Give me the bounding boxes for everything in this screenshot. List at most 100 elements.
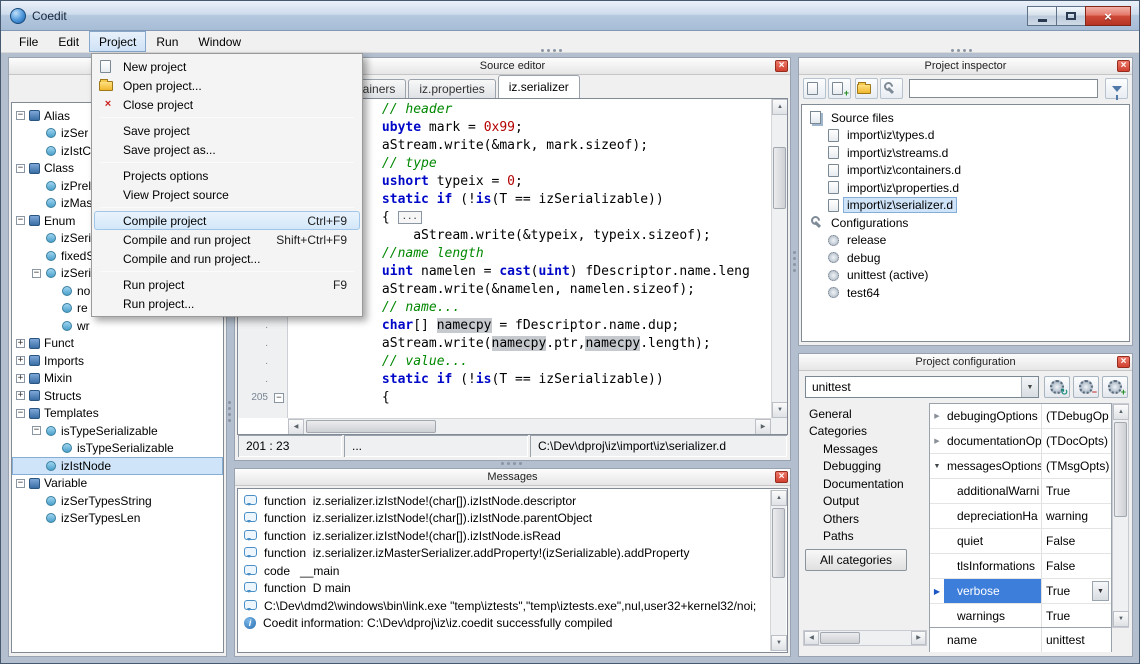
- menu-item-save-project[interactable]: Save project: [94, 121, 360, 140]
- config-selector[interactable]: unittest ▼: [805, 376, 1039, 398]
- property-value[interactable]: True: [1042, 604, 1111, 628]
- open-folder-button[interactable]: [855, 78, 878, 99]
- symbol-tree-item[interactable]: −isTypeSerializable: [12, 422, 223, 440]
- code-text[interactable]: char[] namecpy = fDescriptor.name.dup;: [288, 317, 771, 335]
- categories-horizontal-scrollbar[interactable]: ◀ ▶: [803, 630, 927, 646]
- collapse-minus-icon[interactable]: −: [16, 409, 25, 418]
- property-row-warnings[interactable]: warningsTrue: [930, 604, 1111, 628]
- close-panel-icon[interactable]: ×: [775, 60, 788, 72]
- category-item-general[interactable]: General: [803, 405, 927, 423]
- pointer-icon[interactable]: ▶: [930, 579, 944, 603]
- symbol-tree-item[interactable]: +Mixin: [12, 370, 223, 388]
- collapse-minus-icon[interactable]: −: [32, 426, 41, 435]
- menu-item-new-project[interactable]: New project: [94, 57, 360, 76]
- add-file-button[interactable]: +: [828, 78, 851, 99]
- splitter-grip[interactable]: [951, 49, 954, 52]
- symbol-tree-item[interactable]: isTypeSerializable: [12, 440, 223, 458]
- collapse-minus-icon[interactable]: −: [16, 111, 25, 120]
- collapsed-icon[interactable]: ▶: [930, 429, 944, 453]
- inspector-tree-item[interactable]: debug: [802, 249, 1129, 267]
- menu-item-view-project-source[interactable]: View Project source: [94, 185, 360, 204]
- menu-item-compile-and-run-project[interactable]: Compile and run project...: [94, 249, 360, 268]
- property-value[interactable]: False: [1042, 529, 1111, 553]
- message-item[interactable]: function iz.serializer.izMasterSerialize…: [239, 545, 770, 563]
- symbol-tree-item[interactable]: −Templates: [12, 405, 223, 423]
- scrollbar-thumb[interactable]: [772, 508, 785, 578]
- message-item[interactable]: code __main: [239, 562, 770, 580]
- sync-config-button[interactable]: ↻: [1044, 376, 1070, 398]
- category-item-messages[interactable]: Messages: [803, 440, 927, 458]
- all-categories-button[interactable]: All categories: [805, 549, 907, 571]
- expand-plus-icon[interactable]: +: [16, 339, 25, 348]
- scroll-right-icon[interactable]: ▶: [911, 631, 926, 645]
- grid-vertical-scrollbar[interactable]: ▲ ▼: [1112, 403, 1129, 628]
- filter-button[interactable]: [1105, 78, 1128, 99]
- message-item[interactable]: function iz.serializer.izIstNode!(char[]…: [239, 492, 770, 510]
- inspector-panel-header[interactable]: Project inspector ×: [799, 58, 1132, 75]
- title-bar[interactable]: Coedit ×: [1, 1, 1139, 31]
- minimize-button[interactable]: [1027, 6, 1057, 26]
- category-item-paths[interactable]: Paths: [803, 528, 927, 546]
- menubar-item-project[interactable]: Project: [89, 31, 146, 52]
- editor-horizontal-scrollbar[interactable]: ◀ ▶: [288, 418, 771, 434]
- collapse-minus-icon[interactable]: −: [16, 164, 25, 173]
- code-text[interactable]: // value...: [288, 353, 771, 371]
- inspector-tree-item[interactable]: import\iz\properties.d: [802, 179, 1129, 197]
- expanded-icon[interactable]: ▼: [930, 454, 944, 478]
- collapse-minus-icon[interactable]: −: [16, 216, 25, 225]
- editor-vertical-scrollbar[interactable]: ▲ ▼: [771, 99, 787, 418]
- scroll-down-icon[interactable]: ▼: [1113, 611, 1129, 627]
- tab-iz-properties[interactable]: iz.properties: [408, 79, 495, 98]
- symbol-tree-item[interactable]: izIstNode: [12, 457, 223, 475]
- menubar-item-file[interactable]: File: [9, 31, 48, 52]
- expand-plus-icon[interactable]: +: [16, 356, 25, 365]
- code-text[interactable]: {: [288, 389, 771, 407]
- maximize-button[interactable]: [1056, 6, 1086, 26]
- scroll-up-icon[interactable]: ▲: [1113, 404, 1129, 420]
- menu-item-run-project[interactable]: Run projectF9: [94, 275, 360, 294]
- scroll-down-icon[interactable]: ▼: [771, 635, 787, 651]
- property-value[interactable]: False: [1042, 554, 1111, 578]
- close-panel-icon[interactable]: ×: [1117, 356, 1130, 368]
- menubar-item-window[interactable]: Window: [188, 31, 251, 52]
- menu-item-open-project[interactable]: Open project...: [94, 76, 360, 95]
- property-value[interactable]: warning: [1042, 504, 1111, 528]
- category-item-others[interactable]: Others: [803, 510, 927, 528]
- property-value[interactable]: (TDebugOp: [1042, 404, 1111, 428]
- expand-plus-icon[interactable]: +: [16, 391, 25, 400]
- close-panel-icon[interactable]: ×: [775, 471, 788, 483]
- inspector-tree-item[interactable]: Configurations: [802, 214, 1129, 232]
- property-row-debugingoptions[interactable]: ▶debugingOptions(TDebugOp: [930, 404, 1111, 429]
- category-item-output[interactable]: Output: [803, 493, 927, 511]
- property-row-name[interactable]: name unittest: [929, 627, 1112, 652]
- close-panel-icon[interactable]: ×: [1117, 60, 1130, 72]
- scrollbar-thumb[interactable]: [306, 420, 436, 433]
- category-item-categories[interactable]: Categories: [803, 423, 927, 441]
- symbol-tree-item[interactable]: wr: [12, 317, 223, 335]
- tab-iz-serializer[interactable]: iz.serializer: [498, 75, 580, 98]
- property-row-verbose[interactable]: ▶verboseTrue▼: [930, 579, 1111, 604]
- splitter-grip[interactable]: [793, 251, 796, 254]
- property-row-documentationopt[interactable]: ▶documentationOpt(TDocOpts): [930, 429, 1111, 454]
- property-value[interactable]: unittest: [1042, 628, 1111, 652]
- inspector-tree-item[interactable]: import\iz\streams.d: [802, 144, 1129, 162]
- inspector-tree-item[interactable]: test64: [802, 284, 1129, 302]
- expand-plus-icon[interactable]: +: [16, 374, 25, 383]
- messages-vertical-scrollbar[interactable]: ▲ ▼: [770, 490, 786, 651]
- inspector-tree-item[interactable]: import\iz\types.d: [802, 127, 1129, 145]
- property-row-additionalwarni[interactable]: additionalWarniTrue: [930, 479, 1111, 504]
- message-item[interactable]: function iz.serializer.izIstNode!(char[]…: [239, 510, 770, 528]
- new-file-button[interactable]: [803, 78, 826, 99]
- property-value[interactable]: True▼: [1042, 579, 1111, 603]
- message-item[interactable]: iCoedit information: C:\Dev\dproj\iz\iz.…: [239, 615, 770, 633]
- messages-panel-header[interactable]: Messages ×: [235, 469, 790, 486]
- menu-item-compile-project[interactable]: Compile projectCtrl+F9: [94, 211, 360, 230]
- category-item-debugging[interactable]: Debugging: [803, 458, 927, 476]
- project-options-button[interactable]: [880, 78, 903, 99]
- category-item-documentation[interactable]: Documentation: [803, 475, 927, 493]
- splitter-grip[interactable]: [541, 49, 544, 52]
- scroll-up-icon[interactable]: ▲: [771, 490, 787, 506]
- property-value[interactable]: (TMsgOpts): [1042, 454, 1111, 478]
- message-item[interactable]: function iz.serializer.izIstNode!(char[]…: [239, 527, 770, 545]
- property-value[interactable]: True: [1042, 479, 1111, 503]
